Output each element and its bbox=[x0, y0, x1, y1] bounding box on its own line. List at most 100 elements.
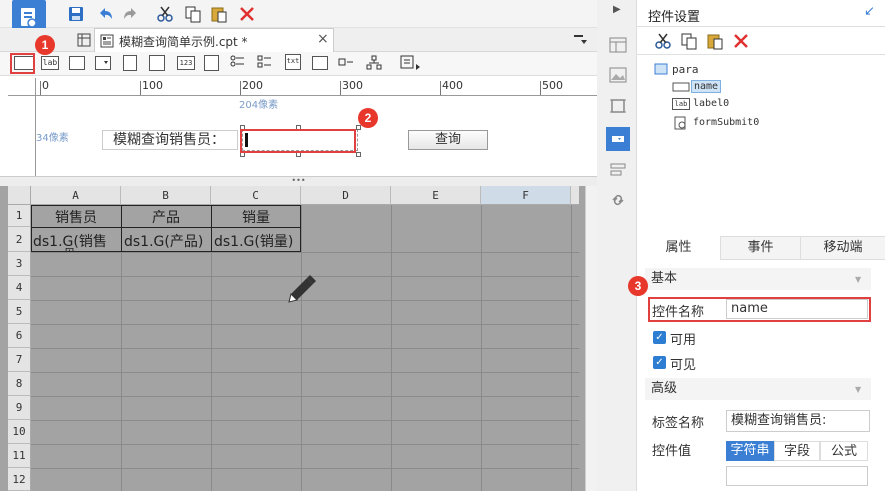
expand-icon[interactable]: ↙ bbox=[864, 4, 875, 19]
date-widget-button[interactable] bbox=[123, 55, 137, 71]
column-header[interactable]: D bbox=[301, 186, 391, 205]
copy-icon[interactable] bbox=[183, 4, 203, 24]
button-widget-button[interactable] bbox=[69, 56, 85, 70]
row-header[interactable]: 2 bbox=[8, 227, 31, 252]
tree-widget-icon[interactable] bbox=[366, 55, 382, 71]
row-header[interactable]: 4 bbox=[8, 276, 31, 300]
sheet-corner[interactable] bbox=[8, 186, 31, 205]
tree-root[interactable]: para bbox=[672, 63, 699, 76]
column-header[interactable]: C bbox=[211, 186, 301, 205]
table-data-cell[interactable]: ds1.G(产品) bbox=[124, 231, 211, 251]
pane-splitter[interactable]: ••• bbox=[0, 176, 597, 186]
undo-icon[interactable] bbox=[95, 4, 115, 24]
paste-icon[interactable] bbox=[209, 4, 229, 24]
panel-delete-icon[interactable] bbox=[732, 32, 750, 50]
password-widget-button[interactable] bbox=[312, 56, 328, 70]
panel-cut-icon[interactable] bbox=[654, 32, 672, 50]
redo-icon[interactable] bbox=[121, 4, 141, 24]
tab-document[interactable]: 模糊查询简单示例.cpt * × bbox=[94, 28, 334, 52]
resize-handle[interactable] bbox=[356, 152, 361, 157]
table-data-cell-overflow: 员 bbox=[64, 247, 75, 252]
tree-item-submit[interactable]: formSubmit0 bbox=[693, 117, 759, 128]
pixel-hint-x: 204像素 bbox=[239, 100, 279, 111]
column-header[interactable]: B bbox=[121, 186, 211, 205]
section-basic-chevron-icon[interactable]: ▼ bbox=[855, 275, 861, 284]
tab-list-icon[interactable] bbox=[572, 32, 588, 48]
row-header[interactable]: 8 bbox=[8, 372, 31, 396]
delete-icon[interactable] bbox=[237, 4, 257, 24]
row-header[interactable]: 3 bbox=[8, 252, 31, 276]
tree-item-name[interactable]: name bbox=[691, 80, 722, 93]
value-type-field[interactable]: 字段 bbox=[774, 441, 820, 461]
section-advanced-chevron-icon[interactable]: ▼ bbox=[855, 385, 861, 394]
row-header[interactable]: 9 bbox=[8, 396, 31, 420]
more-widgets-icon[interactable] bbox=[400, 55, 420, 71]
table-data-cell[interactable]: ds1.G(销售 bbox=[33, 231, 121, 251]
tab-close-icon[interactable]: × bbox=[317, 31, 329, 47]
tab-properties[interactable]: 属性 bbox=[637, 236, 721, 260]
submit-node-icon bbox=[674, 116, 688, 130]
table-header-cell[interactable]: 销量 bbox=[211, 207, 301, 227]
textarea-widget-button[interactable] bbox=[204, 55, 219, 71]
tab-mobile[interactable]: 移动端 bbox=[801, 236, 885, 260]
ruler-mark: 100 bbox=[142, 79, 163, 92]
enabled-checkbox[interactable]: ✓ bbox=[653, 331, 666, 344]
sheet-scrollbar[interactable] bbox=[585, 186, 597, 491]
row-header[interactable]: 7 bbox=[8, 348, 31, 372]
tab-bar: 模糊查询简单示例.cpt * × bbox=[0, 28, 597, 52]
visible-checkbox[interactable]: ✓ bbox=[653, 356, 666, 369]
table-data-cell[interactable]: ds1.G(销量) bbox=[214, 231, 301, 251]
list-icon[interactable] bbox=[608, 160, 628, 180]
grid-widget-button[interactable] bbox=[149, 55, 165, 71]
search-label[interactable]: 模糊查询销售员： bbox=[102, 130, 238, 150]
row-header[interactable]: 5 bbox=[8, 300, 31, 324]
column-header[interactable]: F bbox=[481, 186, 571, 205]
row-header[interactable]: 11 bbox=[8, 444, 31, 468]
ruler-mark: 500 bbox=[542, 79, 563, 92]
text-widget-button[interactable]: txt bbox=[285, 54, 301, 70]
textbox-node-icon bbox=[672, 81, 690, 93]
table-header-cell[interactable]: 销售员 bbox=[31, 207, 121, 227]
combobox-widget-button[interactable] bbox=[95, 56, 111, 70]
collapse-icon[interactable]: ▶ bbox=[613, 4, 621, 15]
section-advanced[interactable]: 高级 bbox=[645, 378, 871, 400]
value-type-formula[interactable]: 公式 bbox=[820, 441, 868, 461]
row-header[interactable]: 1 bbox=[8, 205, 31, 227]
ruler-mark: 400 bbox=[442, 79, 463, 92]
widget-value-label: 控件值 bbox=[652, 444, 692, 459]
vertical-ruler bbox=[8, 96, 36, 176]
resize-handle[interactable] bbox=[356, 125, 361, 130]
widget-value-input[interactable] bbox=[726, 466, 868, 486]
tag-name-input[interactable]: 模糊查询销售员: bbox=[726, 410, 870, 432]
number-widget-button[interactable]: 123 bbox=[177, 56, 195, 70]
section-basic[interactable]: 基本 bbox=[645, 268, 871, 290]
panel-copy-icon[interactable] bbox=[680, 32, 698, 50]
layout-icon[interactable] bbox=[608, 35, 628, 55]
link-icon[interactable] bbox=[608, 190, 628, 210]
row-header[interactable]: 6 bbox=[8, 324, 31, 348]
widget-settings-icon[interactable] bbox=[606, 127, 630, 151]
value-type-string[interactable]: 字符串 bbox=[726, 441, 774, 461]
tree-item-label[interactable]: label0 bbox=[693, 98, 729, 109]
frame-icon[interactable] bbox=[608, 96, 628, 116]
tab-events[interactable]: 事件 bbox=[721, 236, 801, 260]
cut-icon[interactable] bbox=[155, 4, 175, 24]
image-icon[interactable] bbox=[608, 65, 628, 85]
row-header[interactable]: 12 bbox=[8, 468, 31, 491]
highlight-name-textbox bbox=[240, 129, 356, 153]
grid-icon[interactable] bbox=[76, 32, 92, 48]
column-header-filler bbox=[571, 186, 579, 205]
checkbox-widget-icon[interactable] bbox=[338, 56, 354, 70]
query-button[interactable]: 查询 bbox=[408, 130, 488, 150]
panel-title: 控件设置 bbox=[648, 10, 701, 25]
label-widget-button[interactable]: lab bbox=[41, 56, 59, 70]
checkbox-group-icon[interactable] bbox=[257, 55, 272, 71]
panel-paste-icon[interactable] bbox=[706, 32, 724, 50]
column-header[interactable]: E bbox=[391, 186, 481, 205]
column-header[interactable]: A bbox=[31, 186, 121, 205]
save-icon[interactable] bbox=[66, 4, 86, 24]
table-header-cell[interactable]: 产品 bbox=[121, 207, 211, 227]
callout-3: 3 bbox=[628, 276, 648, 296]
radio-group-icon[interactable] bbox=[230, 55, 245, 71]
row-header[interactable]: 10 bbox=[8, 420, 31, 444]
